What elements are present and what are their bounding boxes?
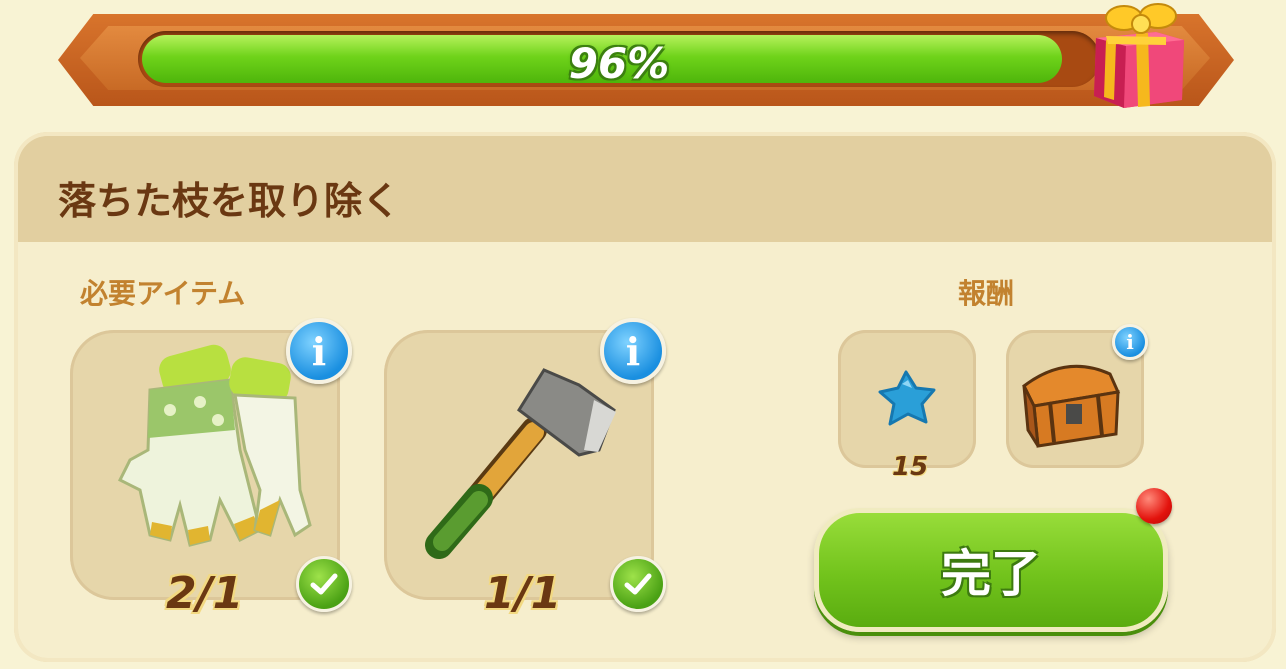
progress-bar: 96%: [138, 31, 1100, 88]
progress-percent: 96%: [568, 39, 670, 88]
blue-star-icon: [878, 370, 936, 426]
reward-star[interactable]: [838, 330, 976, 468]
notification-dot: [1136, 488, 1172, 524]
required-items-label: 必要アイテム: [80, 277, 246, 310]
task-title: 落ちた枝を取り除く: [58, 179, 401, 223]
gloves-info-button[interactable]: i: [286, 318, 352, 384]
complete-button[interactable]: 完了: [814, 508, 1168, 632]
gloves-check-icon: [296, 556, 352, 612]
axe-info-button[interactable]: i: [600, 318, 666, 384]
complete-button-label: 完了: [941, 545, 1041, 603]
axe-count: 1/1: [484, 568, 562, 619]
chest-info-button[interactable]: i: [1112, 324, 1148, 360]
rewards-label: 報酬: [958, 277, 1015, 310]
axe-check-icon: [610, 556, 666, 612]
reward-star-count: 15: [892, 452, 929, 482]
gift-box-icon[interactable]: [1086, 0, 1190, 110]
gloves-count: 2/1: [166, 568, 244, 619]
